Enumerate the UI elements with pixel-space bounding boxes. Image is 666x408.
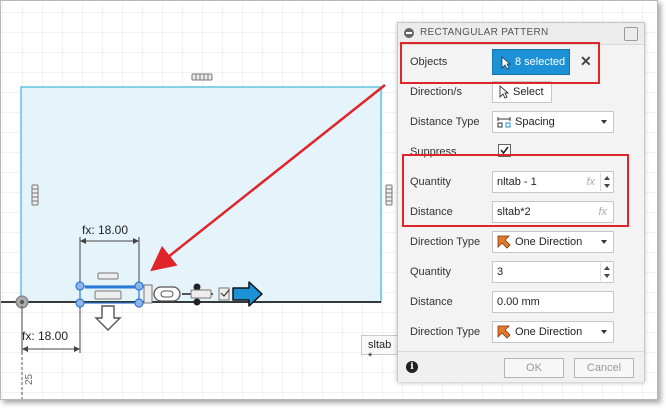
constraint-glyph-left bbox=[31, 184, 39, 206]
direction-type-value-1: One Direction bbox=[515, 236, 583, 248]
distance-value-2: 0.00 mm bbox=[497, 296, 540, 308]
chevron-down-icon bbox=[601, 240, 607, 244]
cancel-button[interactable]: Cancel bbox=[574, 358, 634, 378]
constraint-glyph-right bbox=[385, 184, 393, 206]
distance-input-2[interactable]: 0.00 mm bbox=[492, 291, 614, 313]
dimension-label-top[interactable]: fx: 18.00 bbox=[82, 223, 128, 237]
direction-select-button[interactable]: Select bbox=[492, 81, 552, 103]
cursor-icon bbox=[499, 85, 509, 99]
direction-type-value-2: One Direction bbox=[515, 326, 583, 338]
quantity-value-2: 3 bbox=[497, 266, 504, 278]
direction-icon bbox=[497, 235, 511, 249]
direction-type-dropdown-1[interactable]: One Direction bbox=[492, 231, 614, 253]
highlight-quantity-distance bbox=[402, 154, 629, 227]
info-icon[interactable]: i bbox=[406, 361, 418, 373]
direction-label: Direction/s bbox=[410, 86, 462, 98]
chevron-down-icon bbox=[601, 330, 607, 334]
direction-select-text: Select bbox=[513, 86, 544, 98]
distance-type-dropdown[interactable]: Spacing bbox=[492, 111, 614, 133]
constraint-glyph-top bbox=[191, 73, 213, 81]
ok-button[interactable]: OK bbox=[504, 358, 564, 378]
quantity-stepper-2[interactable] bbox=[600, 263, 612, 281]
direction-type-dropdown-2[interactable]: One Direction bbox=[492, 321, 614, 343]
panel-toggle-icon[interactable] bbox=[624, 27, 638, 41]
direction-icon bbox=[497, 325, 511, 339]
spacing-icon bbox=[497, 117, 511, 128]
dimension-label-bottom[interactable]: fx: 18.00 bbox=[22, 329, 68, 343]
quantity-input-2[interactable]: 3 bbox=[492, 261, 614, 283]
chevron-down-icon bbox=[601, 120, 607, 124]
expression-tooltip: sltab * bbox=[361, 335, 399, 363]
quantity-label-2: Quantity bbox=[410, 266, 451, 278]
origin-point-center bbox=[20, 300, 24, 304]
distance-type-label: Distance Type bbox=[410, 116, 480, 128]
distance-type-value: Spacing bbox=[515, 116, 555, 128]
dialog-footer: i OK Cancel bbox=[398, 351, 644, 382]
sketch-profile[interactable] bbox=[20, 86, 382, 303]
distance-label-2: Distance bbox=[410, 296, 453, 308]
collapse-icon[interactable] bbox=[404, 28, 414, 38]
expression-tooltip-text: sltab * bbox=[368, 339, 392, 363]
axis-corner-label: 25 bbox=[24, 373, 35, 385]
direction-type-label-1: Direction Type bbox=[410, 236, 481, 248]
dialog-title: RECTANGULAR PATTERN bbox=[420, 27, 549, 38]
direction-type-label-2: Direction Type bbox=[410, 326, 481, 338]
highlight-objects bbox=[400, 42, 600, 84]
app-window: fx: 18.00 fx: 18.00 25 sltab * RECTANGUL… bbox=[0, 0, 658, 400]
